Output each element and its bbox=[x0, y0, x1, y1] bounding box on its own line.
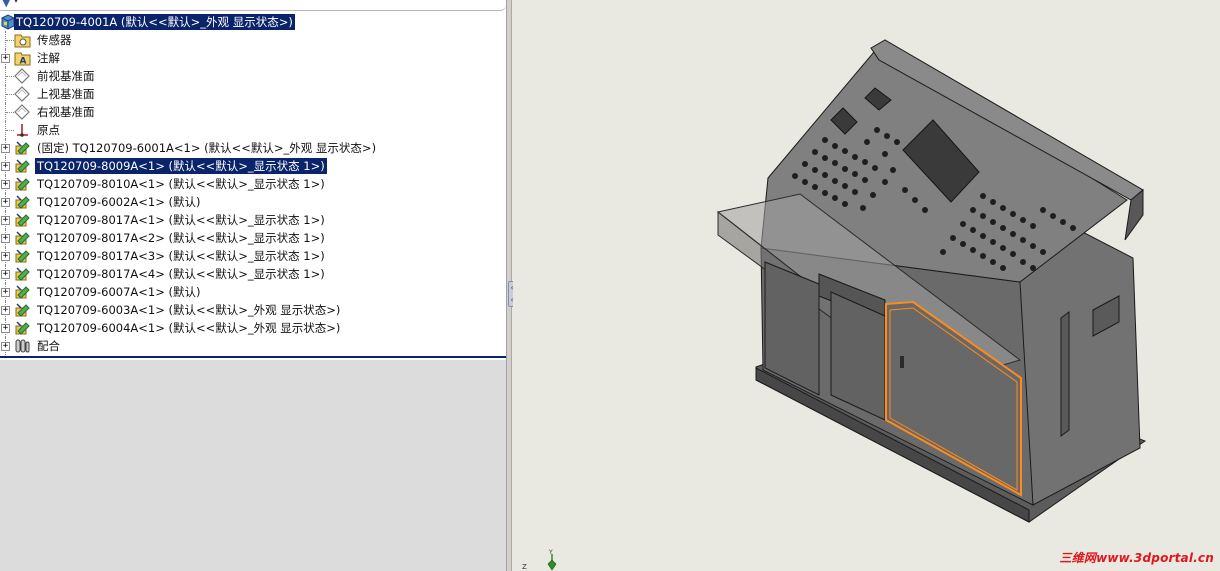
expand-icon[interactable]: + bbox=[1, 198, 10, 207]
tree-item-label: (固定) TQ120709-6001A<1> (默认<<默认>_外观 显示状态>… bbox=[37, 141, 377, 155]
tree-empty-area bbox=[0, 360, 506, 571]
tree-item[interactable]: + TQ120709-8017A<2> (默认<<默认>_显示状态 1>) bbox=[0, 229, 506, 247]
tree-connector bbox=[6, 76, 14, 77]
part-icon bbox=[14, 302, 31, 318]
console-3d-model[interactable] bbox=[513, 0, 1220, 571]
tree-item[interactable]: 上视基准面 bbox=[0, 85, 506, 103]
tree-item[interactable]: + TQ120709-8017A<4> (默认<<默认>_显示状态 1>) bbox=[0, 265, 506, 283]
plane-icon bbox=[14, 68, 31, 84]
expand-icon[interactable]: + bbox=[1, 180, 10, 189]
tree-item-label: 右视基准面 bbox=[37, 105, 95, 119]
triad-z-label: Z bbox=[522, 563, 527, 571]
filter-dropdown-icon[interactable]: ▾ bbox=[14, 0, 18, 5]
filter-icon[interactable]: ▼ bbox=[2, 0, 10, 9]
tree-item-label: 配合 bbox=[37, 339, 60, 353]
tree-item[interactable]: + 配合 bbox=[0, 337, 506, 355]
tree-item-label: TQ120709-8017A<3> (默认<<默认>_显示状态 1>) bbox=[37, 249, 325, 263]
tree-item[interactable]: + TQ120709-6007A<1> (默认) bbox=[0, 283, 506, 301]
part-icon bbox=[14, 266, 31, 282]
tree-item-label: TQ120709-8017A<1> (默认<<默认>_显示状态 1>) bbox=[37, 213, 325, 227]
tree-item-label: 前视基准面 bbox=[37, 69, 95, 83]
part-icon bbox=[14, 212, 31, 228]
tree-item[interactable]: 传感器 bbox=[0, 31, 506, 49]
expand-icon[interactable]: + bbox=[1, 270, 10, 279]
tree-item-label: 原点 bbox=[37, 123, 60, 137]
expand-icon[interactable]: + bbox=[1, 306, 10, 315]
watermark-text: 三维网www.3dportal.cn bbox=[1059, 551, 1214, 565]
annotation-icon: A bbox=[14, 50, 31, 67]
part-icon bbox=[14, 140, 31, 156]
tree-root-assembly[interactable]: TQ120709-4001A (默认<<默认>_外观 显示状态>) bbox=[0, 13, 506, 31]
expand-icon[interactable]: + bbox=[1, 216, 10, 225]
plane-icon bbox=[14, 86, 31, 102]
tree-item-label: TQ120709-6007A<1> (默认) bbox=[37, 285, 201, 299]
tree-item[interactable]: + TQ120709-6003A<1> (默认<<默认>_外观 显示状态>) bbox=[0, 301, 506, 319]
part-icon bbox=[14, 230, 31, 246]
tree-item-label: 注解 bbox=[37, 51, 60, 65]
mates-icon bbox=[14, 338, 31, 354]
tree-item-label: TQ120709-8009A<1> (默认<<默认>_显示状态 1>) bbox=[35, 158, 327, 174]
feature-tree-panel[interactable]: ▼ ▾ TQ120709-4001A (默认<<默认>_外观 显示状态>) 传感… bbox=[0, 0, 507, 571]
feature-tree: TQ120709-4001A (默认<<默认>_外观 显示状态>) 传感器 + A 注… bbox=[0, 13, 506, 355]
expand-icon[interactable]: + bbox=[1, 54, 10, 63]
expand-icon[interactable]: + bbox=[1, 342, 10, 351]
tree-item-label: 上视基准面 bbox=[37, 87, 95, 101]
tree-item[interactable]: + (固定) TQ120709-6001A<1> (默认<<默认>_外观 显示状态… bbox=[0, 139, 506, 157]
tree-root-label: TQ120709-4001A (默认<<默认>_外观 显示状态>) bbox=[14, 14, 295, 30]
tree-item[interactable]: + A 注解 bbox=[0, 49, 506, 67]
tree-item-label: TQ120709-6002A<1> (默认) bbox=[37, 195, 201, 209]
expand-icon[interactable]: + bbox=[1, 162, 10, 171]
tree-item-label: 传感器 bbox=[37, 33, 72, 47]
triad-y-label: Y bbox=[548, 549, 553, 556]
tree-filter-bar[interactable]: ▼ ▾ bbox=[0, 0, 506, 11]
part-icon bbox=[14, 248, 31, 264]
expand-icon[interactable]: + bbox=[1, 324, 10, 333]
expand-icon[interactable]: + bbox=[1, 288, 10, 297]
part-icon bbox=[14, 284, 31, 300]
tree-item[interactable]: + TQ120709-8017A<1> (默认<<默认>_显示状态 1>) bbox=[0, 211, 506, 229]
tree-item[interactable]: + TQ120709-6004A<1> (默认<<默认>_外观 显示状态>) bbox=[0, 319, 506, 337]
origin-icon bbox=[14, 122, 31, 138]
tree-item[interactable]: 原点 bbox=[0, 121, 506, 139]
tree-item-label: TQ120709-6003A<1> (默认<<默认>_外观 显示状态>) bbox=[37, 303, 341, 317]
tree-connector bbox=[6, 130, 14, 131]
svg-text:A: A bbox=[20, 57, 27, 67]
tree-connector bbox=[6, 94, 14, 95]
expand-icon[interactable]: + bbox=[1, 234, 10, 243]
tree-item[interactable]: + TQ120709-8017A<3> (默认<<默认>_显示状态 1>) bbox=[0, 247, 506, 265]
tree-item[interactable]: + TQ120709-6002A<1> (默认) bbox=[0, 193, 506, 211]
tree-divider bbox=[0, 356, 506, 358]
tree-item-label: TQ120709-8017A<4> (默认<<默认>_显示状态 1>) bbox=[37, 267, 325, 281]
tree-item[interactable]: 前视基准面 bbox=[0, 67, 506, 85]
expand-icon[interactable]: + bbox=[1, 252, 10, 261]
expand-icon[interactable]: + bbox=[1, 144, 10, 153]
tree-item-label: TQ120709-8017A<2> (默认<<默认>_显示状态 1>) bbox=[37, 231, 325, 245]
plane-icon bbox=[14, 104, 31, 120]
part-icon bbox=[14, 194, 31, 210]
sensor-folder-icon bbox=[14, 32, 31, 48]
tree-item[interactable]: + TQ120709-8010A<1> (默认<<默认>_显示状态 1>) bbox=[0, 175, 506, 193]
tree-item[interactable]: + TQ120709-8009A<1> (默认<<默认>_显示状态 1>) bbox=[0, 157, 506, 175]
tree-item[interactable]: 右视基准面 bbox=[0, 103, 506, 121]
tree-item-label: TQ120709-6004A<1> (默认<<默认>_外观 显示状态>) bbox=[37, 321, 341, 335]
tree-item-label: TQ120709-8010A<1> (默认<<默认>_显示状态 1>) bbox=[37, 177, 325, 191]
part-icon bbox=[14, 176, 31, 192]
tree-connector bbox=[6, 112, 14, 113]
tree-connector bbox=[6, 40, 14, 41]
part-icon bbox=[14, 158, 31, 174]
part-icon bbox=[14, 320, 31, 336]
view-triad-icon: Y Z bbox=[522, 549, 557, 571]
graphics-viewport[interactable]: Y Z 三维网www.3dportal.cn bbox=[513, 0, 1220, 571]
